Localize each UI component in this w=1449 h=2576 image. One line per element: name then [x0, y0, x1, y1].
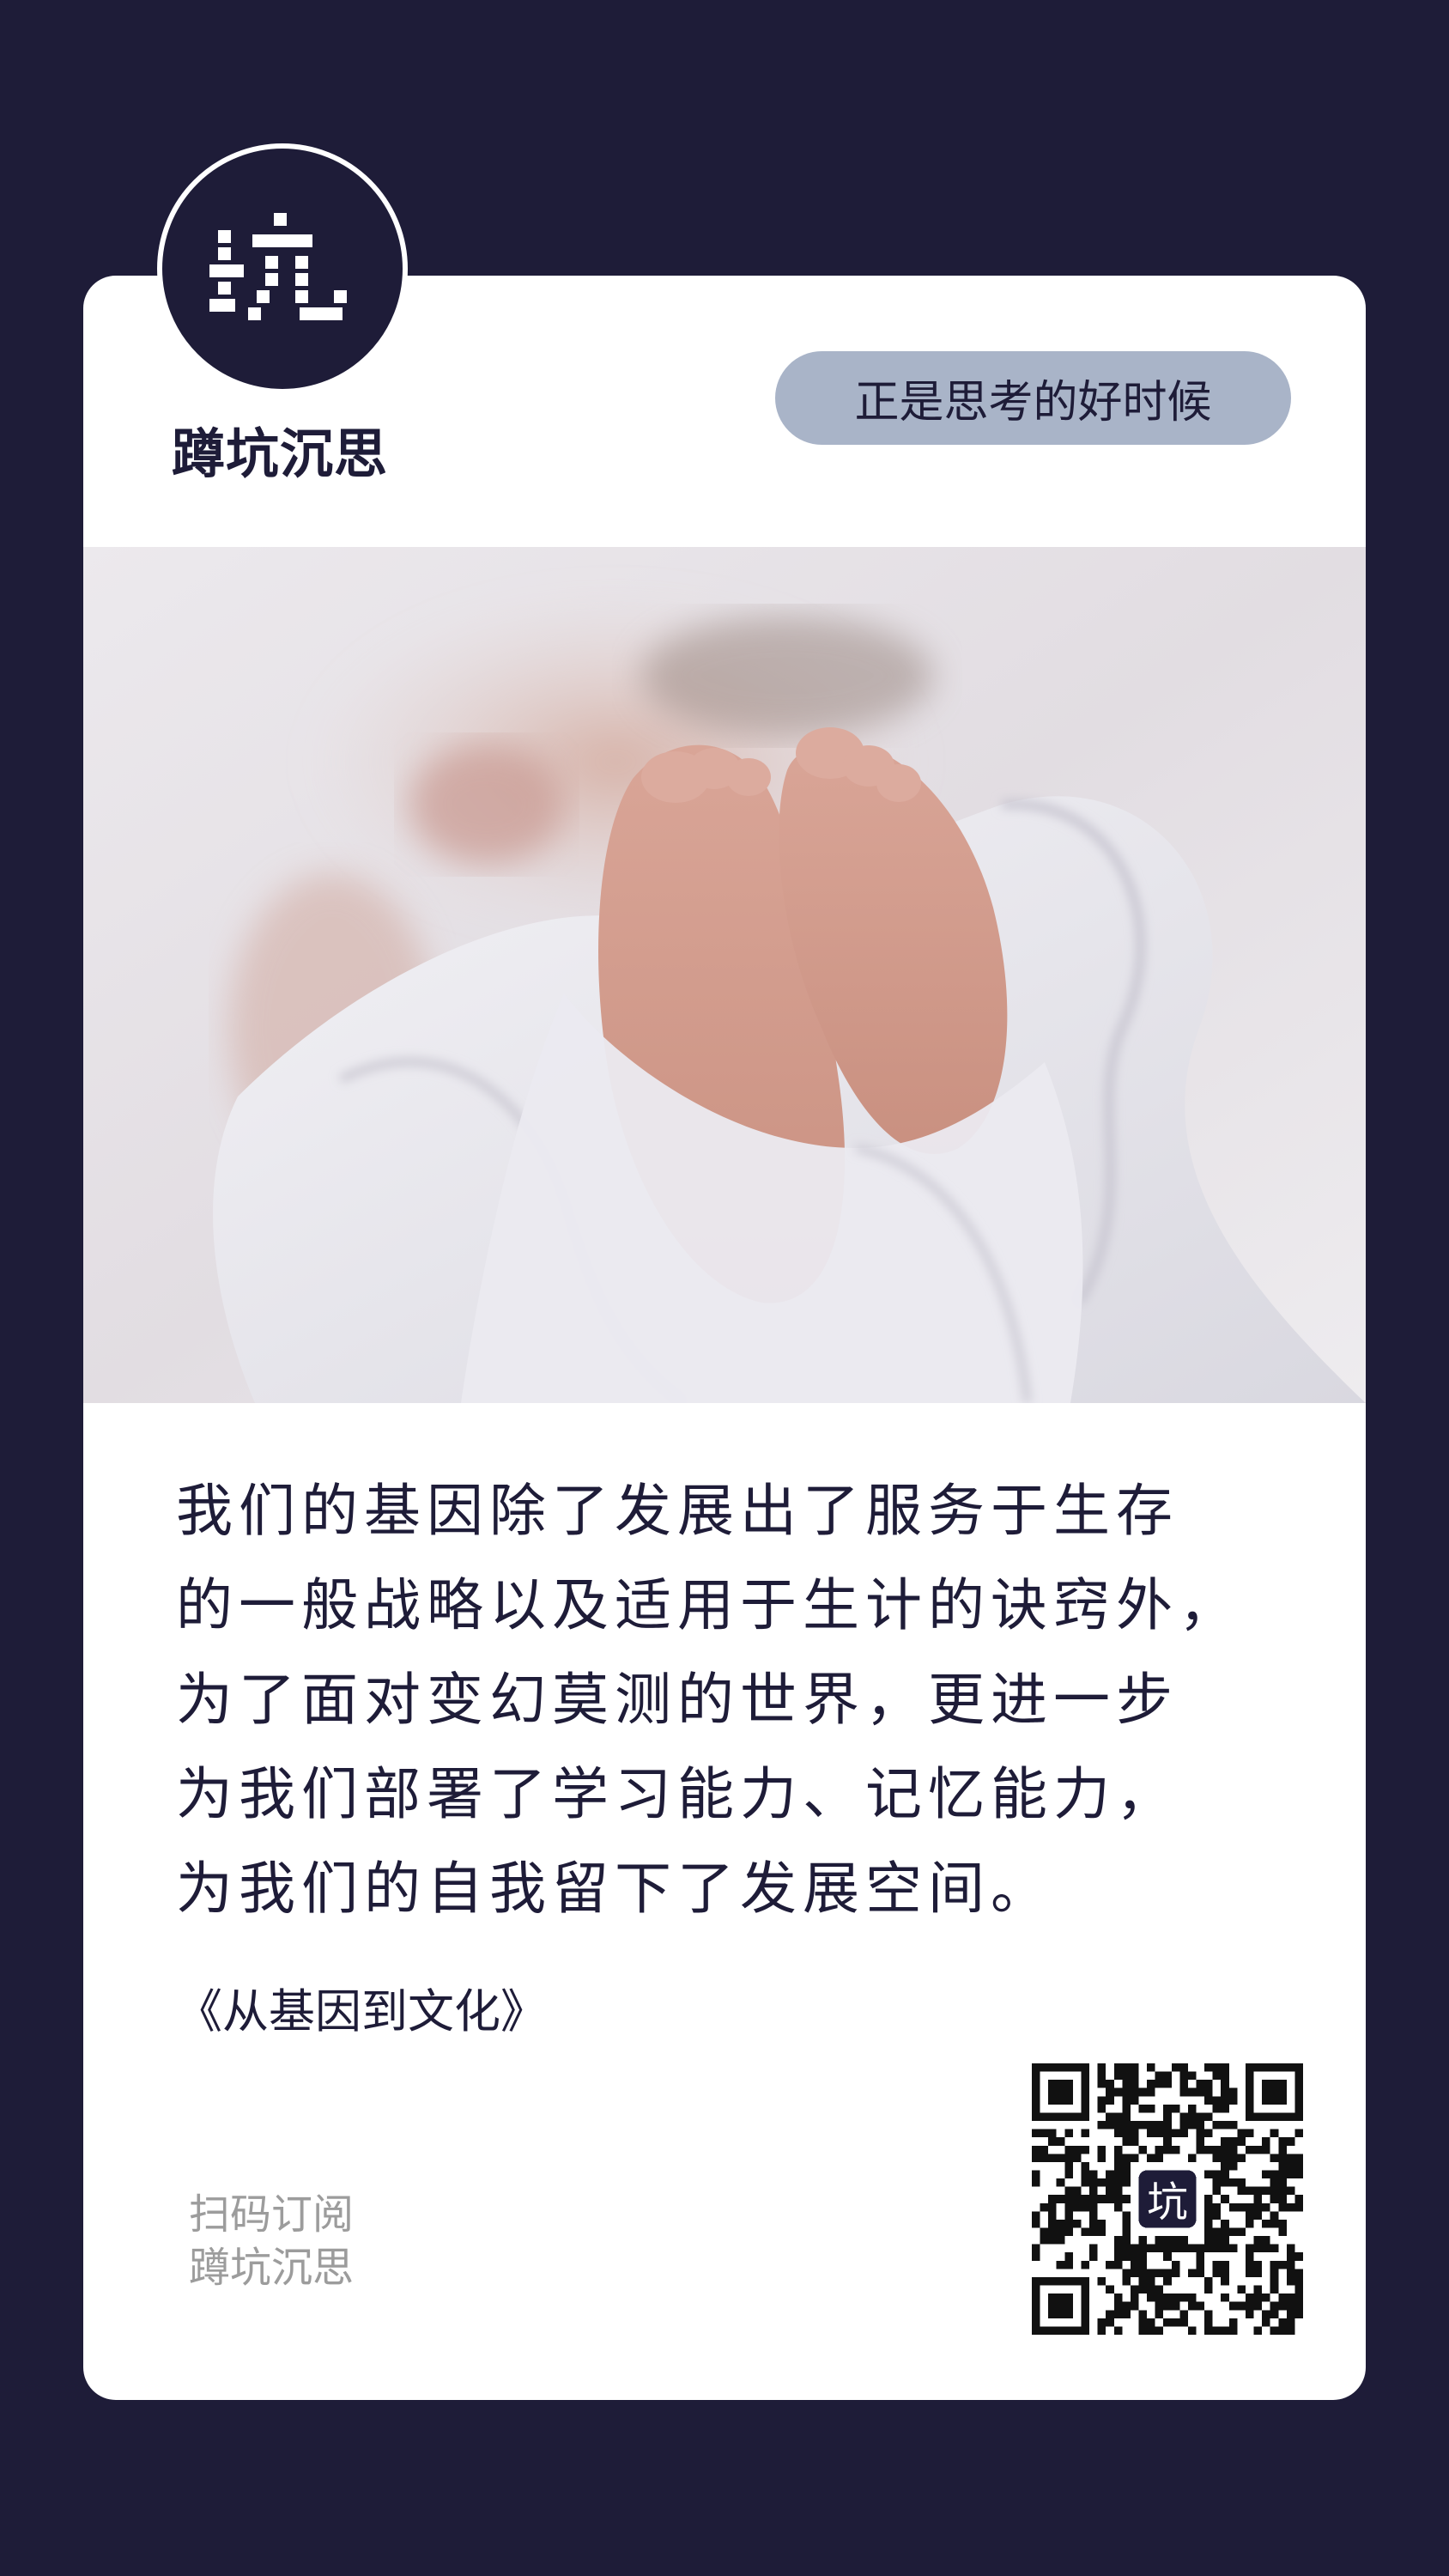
- quote-line: 的一般战略以及适用于生计的诀窍外，: [176, 1572, 1241, 1638]
- quote-source: 《从基因到文化》: [176, 1984, 547, 2038]
- scan-text-line1: 扫码订阅: [189, 2190, 355, 2239]
- quote-line: 为我们的自我留下了发展空间。: [176, 1856, 1053, 1922]
- quote-block: 我们的基因除了发展出了服务于生存 的一般战略以及适用于生计的诀窍外， 为了面对变…: [176, 1464, 1326, 1936]
- pixel-logo-icon: [209, 213, 347, 320]
- brand-name: 蹲坑沉思: [172, 422, 389, 485]
- quote-line: 为我们部署了学习能力、记忆能力，: [176, 1761, 1179, 1827]
- qr-code-icon: 坑: [1032, 2063, 1303, 2335]
- brand-logo: [157, 143, 408, 394]
- tagline-badge: 正是思考的好时候: [775, 351, 1291, 445]
- scan-to-subscribe: 扫码订阅 蹲坑沉思: [189, 2188, 354, 2294]
- qr-center-logo: 坑: [1147, 2179, 1188, 2227]
- tagline-text: 正是思考的好时候: [854, 377, 1212, 428]
- scan-text-line2: 蹲坑沉思: [189, 2244, 355, 2292]
- quote-line: 为了面对变幻莫测的世界，更进一步: [176, 1667, 1179, 1733]
- qr-code[interactable]: 坑: [1032, 2063, 1303, 2335]
- baby-feet-photo: [83, 547, 1366, 1403]
- quote-line: 我们的基因除了发展出了服务于生存: [176, 1478, 1179, 1544]
